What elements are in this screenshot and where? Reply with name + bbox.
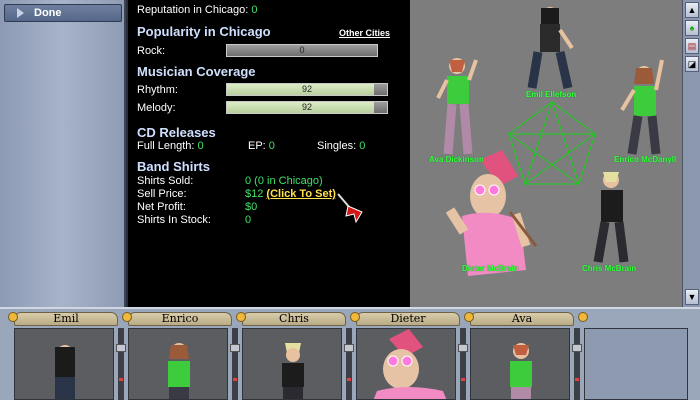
roster-name-dieter: Dieter (356, 312, 460, 326)
ep-label: EP: (248, 140, 266, 152)
scene-graphics (436, 7, 664, 276)
smiley-icon (464, 312, 474, 322)
sell-price-label: Sell Price: (137, 188, 187, 200)
full-length-value: 0 (197, 140, 204, 152)
net-profit-label: Net Profit: (137, 201, 186, 213)
sell-price-row: $12 (Click To Set) (245, 188, 336, 200)
rock-bar: 0 (226, 44, 378, 57)
melody-bar-value: 92 (301, 102, 312, 112)
map-icon[interactable]: ◪ (685, 56, 699, 72)
melody-bar: 92 (226, 101, 388, 114)
rhythm-bar: 92 (226, 83, 388, 96)
roster-slot-chris[interactable]: Chris (236, 312, 354, 400)
done-label: Done (34, 7, 62, 19)
other-cities-link[interactable]: Other Cities (339, 28, 390, 38)
rhythm-bar-value: 92 (301, 84, 312, 94)
guitar-cursor-icon (337, 193, 363, 224)
shirts-sold-label: Shirts Sold: (137, 175, 194, 187)
reputation-value: 0 (251, 4, 258, 16)
portrait-dieter (356, 328, 456, 400)
rock-bar-value: 0 (299, 45, 305, 55)
ava-figure (436, 58, 478, 155)
shirts-stock-value: 0 (245, 214, 252, 226)
reputation-label: Reputation in Chicago: (137, 4, 249, 16)
full-length-row: Full Length: 0 (137, 140, 204, 152)
roster-slot-empty (578, 312, 692, 400)
name-tag-chris: Chris McBrain (582, 264, 637, 273)
dieter-figure (445, 150, 538, 276)
band-shirts-header: Band Shirts (137, 159, 210, 174)
reputation-row: Reputation in Chicago: 0 (137, 4, 257, 16)
portrait-ava (470, 328, 570, 400)
band-scene-view[interactable]: Emil Ellefson Ava Dickinson Enrico McDan… (410, 0, 682, 307)
singles-row: Singles: 0 (317, 140, 365, 152)
melody-label: Melody: (137, 102, 176, 114)
scene-toolbar: ▲ ♠ ▤ ◪ ▼ (682, 0, 700, 307)
smiley-icon (578, 312, 588, 322)
green-figure-icon[interactable]: ♠ (685, 20, 699, 36)
roster-name-ava: Ava (470, 312, 574, 326)
smiley-icon (350, 312, 360, 322)
roster-name-emil: Emil (14, 312, 118, 326)
enrico-figure (620, 59, 664, 155)
rhythm-label: Rhythm: (137, 84, 178, 96)
band-roster: Emil Enrico Chris Dieter Ava (0, 307, 700, 400)
singles-label: Singles: (317, 140, 357, 152)
click-to-set-link[interactable]: (Click To Set) (266, 188, 335, 200)
roster-slot-ava[interactable]: Ava (464, 312, 582, 400)
roster-slot-emil[interactable]: Emil (8, 312, 126, 400)
name-tag-dieter: Dieter McBrain (462, 264, 519, 273)
sidebar: Done (0, 0, 126, 307)
roster-name-enrico: Enrico (128, 312, 232, 326)
smiley-icon (236, 312, 246, 322)
up-arrow-icon[interactable]: ▲ (685, 2, 699, 18)
down-arrow-icon[interactable]: ▼ (685, 289, 699, 305)
emil-figure (527, 7, 574, 89)
singles-value: 0 (359, 140, 366, 152)
popularity-header: Popularity in Chicago (137, 24, 271, 39)
portrait-emil (14, 328, 114, 400)
band-stats-panel: Reputation in Chicago: 0 Popularity in C… (128, 0, 410, 307)
portrait-chris (242, 328, 342, 400)
chart-icon[interactable]: ▤ (685, 38, 699, 54)
ep-row: EP: 0 (248, 140, 275, 152)
net-profit-value: $0 (245, 201, 258, 213)
name-tag-enrico: Enrico McDanyll (614, 155, 677, 164)
portrait-enrico (128, 328, 228, 400)
roster-name-chris: Chris (242, 312, 346, 326)
chris-figure (593, 172, 629, 263)
done-button[interactable]: Done (4, 4, 122, 22)
back-arrow-icon (17, 8, 24, 18)
roster-slot-dieter[interactable]: Dieter (350, 312, 468, 400)
shirts-stock-label: Shirts In Stock: (137, 214, 211, 226)
sell-price-value: $12 (245, 188, 264, 200)
ep-value: 0 (268, 140, 275, 152)
pentagram-icon (507, 101, 597, 186)
name-tag-emil: Emil Ellefson (526, 90, 577, 99)
name-tag-ava: Ava Dickinson (429, 155, 484, 164)
empty-portrait (584, 328, 688, 400)
full-length-label: Full Length: (137, 140, 195, 152)
rock-label: Rock: (137, 45, 166, 57)
coverage-header: Musician Coverage (137, 64, 256, 79)
smiley-icon (8, 312, 18, 322)
roster-slot-enrico[interactable]: Enrico (122, 312, 240, 400)
cd-releases-header: CD Releases (137, 125, 216, 140)
smiley-icon (122, 312, 132, 322)
shirts-sold-value: 0 (0 in Chicago) (245, 175, 323, 187)
